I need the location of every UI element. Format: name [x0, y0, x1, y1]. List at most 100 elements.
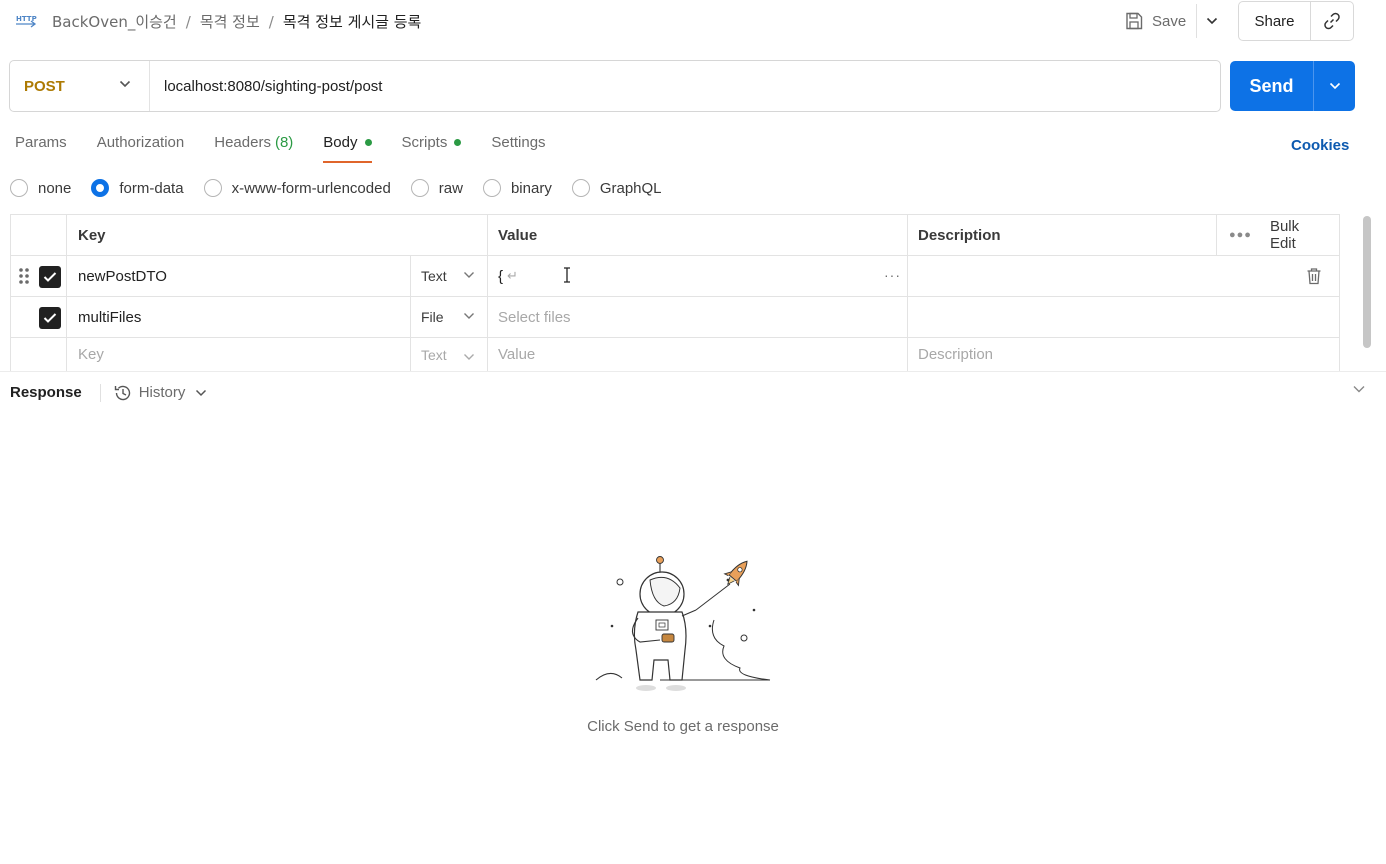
copy-link-button[interactable] — [1311, 2, 1353, 40]
table-header-row: Key Value Description ●●● Bulk Edit — [11, 215, 1339, 256]
breadcrumb-separator: / — [268, 12, 274, 31]
chevron-down-icon — [196, 389, 207, 396]
scrollbar[interactable] — [1363, 216, 1371, 348]
radio-button — [482, 179, 501, 197]
value-cell[interactable]: { ↵ ··· — [487, 256, 907, 296]
divider — [99, 383, 101, 402]
chevron-down-icon — [464, 313, 474, 319]
history-button[interactable]: History — [113, 383, 208, 403]
radio-button — [571, 179, 590, 197]
radio-label: none — [38, 179, 72, 197]
share-group: Share — [1238, 1, 1354, 41]
column-header-value: Value — [487, 215, 907, 255]
table-new-row: Key Text Value Description — [11, 338, 1339, 372]
column-header-description: Description — [907, 215, 1216, 255]
select-files-cell[interactable]: Select files — [487, 297, 907, 337]
more-options-icon[interactable]: ●●● — [1229, 229, 1252, 241]
drag-handle-icon[interactable] — [19, 268, 29, 284]
radio-button — [410, 179, 429, 197]
checkmark-icon — [43, 313, 57, 323]
tab-headers-label: Headers — [214, 134, 271, 151]
radio-label: form-data — [119, 179, 184, 197]
return-icon: ↵ — [507, 268, 518, 283]
row-handle-cell — [11, 297, 67, 337]
type-label: File — [421, 309, 444, 325]
text-cursor-icon — [564, 267, 570, 283]
breadcrumb: BackOven_이승건 / 목격 정보 / 목격 정보 게시글 등록 — [52, 11, 421, 32]
row-enabled-checkbox[interactable] — [39, 307, 61, 329]
chevron-down-icon — [464, 354, 474, 360]
body-type-selector: none form-data x-www-form-urlencoded raw… — [10, 179, 682, 197]
radio-label: raw — [438, 179, 463, 197]
cookies-link[interactable]: Cookies — [1291, 137, 1349, 154]
svg-text:HTTP: HTTP — [16, 15, 37, 23]
new-value-input[interactable]: Value — [487, 338, 907, 371]
radio-none[interactable]: none — [10, 179, 71, 197]
request-tabs: Params Authorization Headers (8) Body Sc… — [15, 134, 576, 163]
header-actions: ●●● Bulk Edit — [1216, 215, 1339, 255]
method-select[interactable]: POST — [10, 61, 150, 111]
description-cell[interactable] — [907, 297, 1216, 337]
chevron-down-icon — [1329, 82, 1340, 90]
breadcrumb-workspace[interactable]: BackOven_이승건 — [52, 11, 177, 32]
tab-authorization[interactable]: Authorization — [97, 134, 185, 163]
header-handle-cell — [11, 215, 67, 255]
description-cell[interactable] — [907, 256, 1216, 296]
row-enabled-checkbox[interactable] — [39, 266, 61, 288]
tab-body[interactable]: Body — [323, 134, 372, 163]
radio-form-data[interactable]: form-data — [91, 179, 184, 197]
type-select[interactable]: Text — [410, 338, 487, 371]
tab-params[interactable]: Params — [15, 134, 67, 163]
save-options-button[interactable] — [1202, 10, 1222, 32]
checkmark-icon — [43, 272, 57, 282]
tab-settings[interactable]: Settings — [491, 134, 545, 163]
url-input[interactable] — [150, 61, 1220, 111]
value-text: { — [498, 267, 504, 285]
trash-icon[interactable] — [1306, 267, 1322, 285]
bulk-edit-button[interactable]: Bulk Edit — [1270, 218, 1323, 252]
modified-dot-icon — [454, 139, 462, 146]
chevron-down-icon — [119, 80, 131, 88]
chevron-down-icon — [464, 272, 474, 278]
new-description-input[interactable]: Description — [907, 338, 1216, 371]
radio-raw[interactable]: raw — [410, 179, 463, 197]
modified-dot-icon — [364, 139, 372, 146]
send-group: Send — [1230, 61, 1355, 111]
row-actions — [1216, 297, 1339, 337]
save-button[interactable]: Save — [1124, 8, 1186, 34]
type-label: Text — [421, 346, 447, 363]
tab-headers[interactable]: Headers (8) — [214, 134, 293, 163]
send-button[interactable]: Send — [1230, 61, 1314, 111]
key-cell[interactable]: multiFiles — [67, 297, 410, 337]
chevron-down-icon — [1206, 17, 1218, 25]
type-select[interactable]: File — [410, 297, 487, 337]
type-select[interactable]: Text — [410, 256, 487, 296]
row-handle-cell — [11, 256, 67, 296]
row-handle-cell — [11, 338, 67, 371]
send-options-button[interactable] — [1314, 61, 1355, 111]
response-title[interactable]: Response — [10, 384, 82, 401]
row-actions — [1216, 256, 1339, 296]
response-bar: Response History — [0, 371, 1386, 413]
radio-x-www-form-urlencoded[interactable]: x-www-form-urlencoded — [203, 179, 391, 197]
radio-graphql[interactable]: GraphQL — [571, 179, 662, 197]
history-icon — [114, 385, 130, 400]
radio-label: binary — [510, 179, 552, 197]
save-icon — [1126, 12, 1143, 30]
history-label: History — [138, 384, 186, 401]
key-cell[interactable]: newPostDTO — [67, 256, 410, 296]
http-request-icon: HTTP — [16, 15, 37, 28]
tab-scripts[interactable]: Scripts — [402, 134, 462, 163]
table-row: newPostDTO Text { ↵ ··· — [11, 256, 1339, 297]
collapse-chevron-icon[interactable] — [1352, 384, 1366, 394]
radio-label: GraphQL — [599, 179, 662, 197]
type-label: Text — [421, 268, 447, 284]
astronaut-illustration-icon — [595, 556, 771, 691]
radio-button-checked — [91, 179, 110, 197]
expand-value-icon[interactable]: ··· — [884, 267, 901, 283]
radio-binary[interactable]: binary — [482, 179, 552, 197]
new-key-input[interactable]: Key — [67, 338, 410, 371]
breadcrumb-folder[interactable]: 목격 정보 — [200, 11, 260, 32]
breadcrumb-request-name[interactable]: 목격 정보 게시글 등록 — [283, 11, 422, 32]
share-button[interactable]: Share — [1239, 2, 1311, 40]
